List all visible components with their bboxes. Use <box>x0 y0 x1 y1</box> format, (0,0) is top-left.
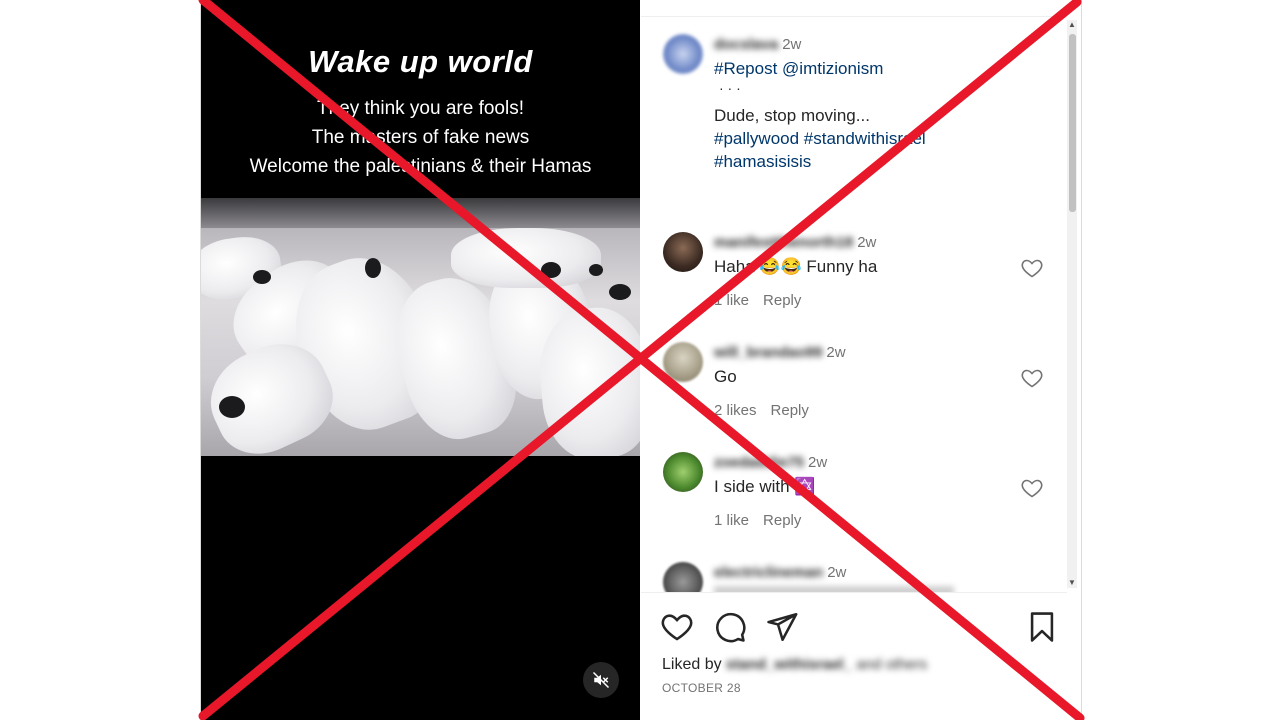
comment-header: electriclineman 2w <box>714 564 846 581</box>
comment-username[interactable]: will_brandao99 <box>714 344 822 361</box>
comment-time[interactable]: 2w <box>826 344 845 361</box>
comment-likes[interactable]: 1 like <box>714 512 749 529</box>
mute-toggle-button[interactable] <box>583 662 619 698</box>
comment-username[interactable]: manifestthenorth18 <box>714 234 853 251</box>
comment-avatar[interactable] <box>663 232 703 272</box>
video-caption-line-1: They think you are fools! <box>317 98 524 119</box>
caption-repost[interactable]: #Repost @imtizionism <box>714 59 883 79</box>
liked-by-row: Liked by stand_withisrael_ and others <box>662 656 927 674</box>
caption-hashtags-1[interactable]: #pallywood #standwithisrael <box>714 129 926 149</box>
comment-meta: 2 likes Reply <box>714 402 823 419</box>
save-bookmark-icon[interactable] <box>1025 610 1059 644</box>
comment-header: zoedaddie75 2w <box>714 454 827 471</box>
actions-divider <box>641 592 1067 593</box>
video-frame-image <box>201 198 640 456</box>
comment-avatar[interactable] <box>663 562 703 592</box>
video-player[interactable]: Wake up world They think you are fools! … <box>201 0 640 720</box>
comment-likes[interactable]: 2 likes <box>714 402 757 419</box>
comment-reply-button[interactable]: Reply <box>763 512 801 529</box>
comment-header: manifestthenorth18 2w <box>714 234 876 251</box>
caption-hashtags-2[interactable]: #hamasisisis <box>714 152 811 172</box>
comment-like-heart-icon[interactable] <box>1020 256 1044 280</box>
comment-header: will_brandao99 2w <box>714 344 846 361</box>
author-avatar[interactable] <box>663 34 703 74</box>
comment-avatar[interactable] <box>663 342 703 382</box>
comment-time[interactable]: 2w <box>808 454 827 471</box>
share-paper-plane-icon[interactable] <box>765 610 799 644</box>
post-author-row: docslava 2w <box>714 36 801 53</box>
comment-like-heart-icon[interactable] <box>1020 366 1044 390</box>
video-caption-line-3: Welcome the palestinians & their Hamas <box>249 156 592 177</box>
comment-meta: 1 like Reply <box>714 512 815 529</box>
comment-username[interactable]: zoedaddie75 <box>714 454 804 471</box>
video-caption-line-2: The masters of fake news <box>311 127 530 148</box>
comment-text: Haha 😂😂 Funny ha <box>714 257 878 276</box>
comment-partial: electriclineman 2w <box>641 560 1067 592</box>
post-time[interactable]: 2w <box>782 36 801 53</box>
comment-username[interactable]: electriclineman <box>714 564 823 581</box>
caption-dots: · · · <box>719 80 741 96</box>
comment-text: Go <box>714 367 737 386</box>
scrollbar-thumb[interactable] <box>1069 34 1076 212</box>
comment-time[interactable]: 2w <box>857 234 876 251</box>
comment-bubble-icon[interactable] <box>713 610 747 644</box>
comment-time[interactable]: 2w <box>827 564 846 581</box>
post-date[interactable]: OCTOBER 28 <box>662 681 741 695</box>
comment-like-heart-icon[interactable] <box>1020 476 1044 500</box>
comment-reply-button[interactable]: Reply <box>771 402 809 419</box>
video-title: Wake up world <box>308 44 533 79</box>
comment-text: I side with ✡️ <box>714 477 816 496</box>
liked-by-user[interactable]: stand_withisrael_ <box>726 656 852 673</box>
comments-panel: docslava 2w #Repost @imtizionism · · · Du… <box>641 0 1079 720</box>
liked-by-others[interactable]: and others <box>856 656 927 673</box>
liked-by-prefix: Liked by <box>662 656 722 673</box>
scroll-up-arrow-icon[interactable]: ▲ <box>1067 20 1077 30</box>
comment-reply-button[interactable]: Reply <box>763 292 801 309</box>
caption-text: Dude, stop moving... <box>714 106 870 125</box>
scroll-down-arrow-icon[interactable]: ▼ <box>1067 578 1077 588</box>
post-author-name[interactable]: docslava <box>714 36 778 53</box>
comment-avatar[interactable] <box>663 452 703 492</box>
like-heart-icon[interactable] <box>660 610 694 644</box>
speaker-muted-icon <box>592 671 610 689</box>
comment-meta: 1 like Reply <box>714 292 815 309</box>
comment-likes[interactable]: 1 like <box>714 292 749 309</box>
